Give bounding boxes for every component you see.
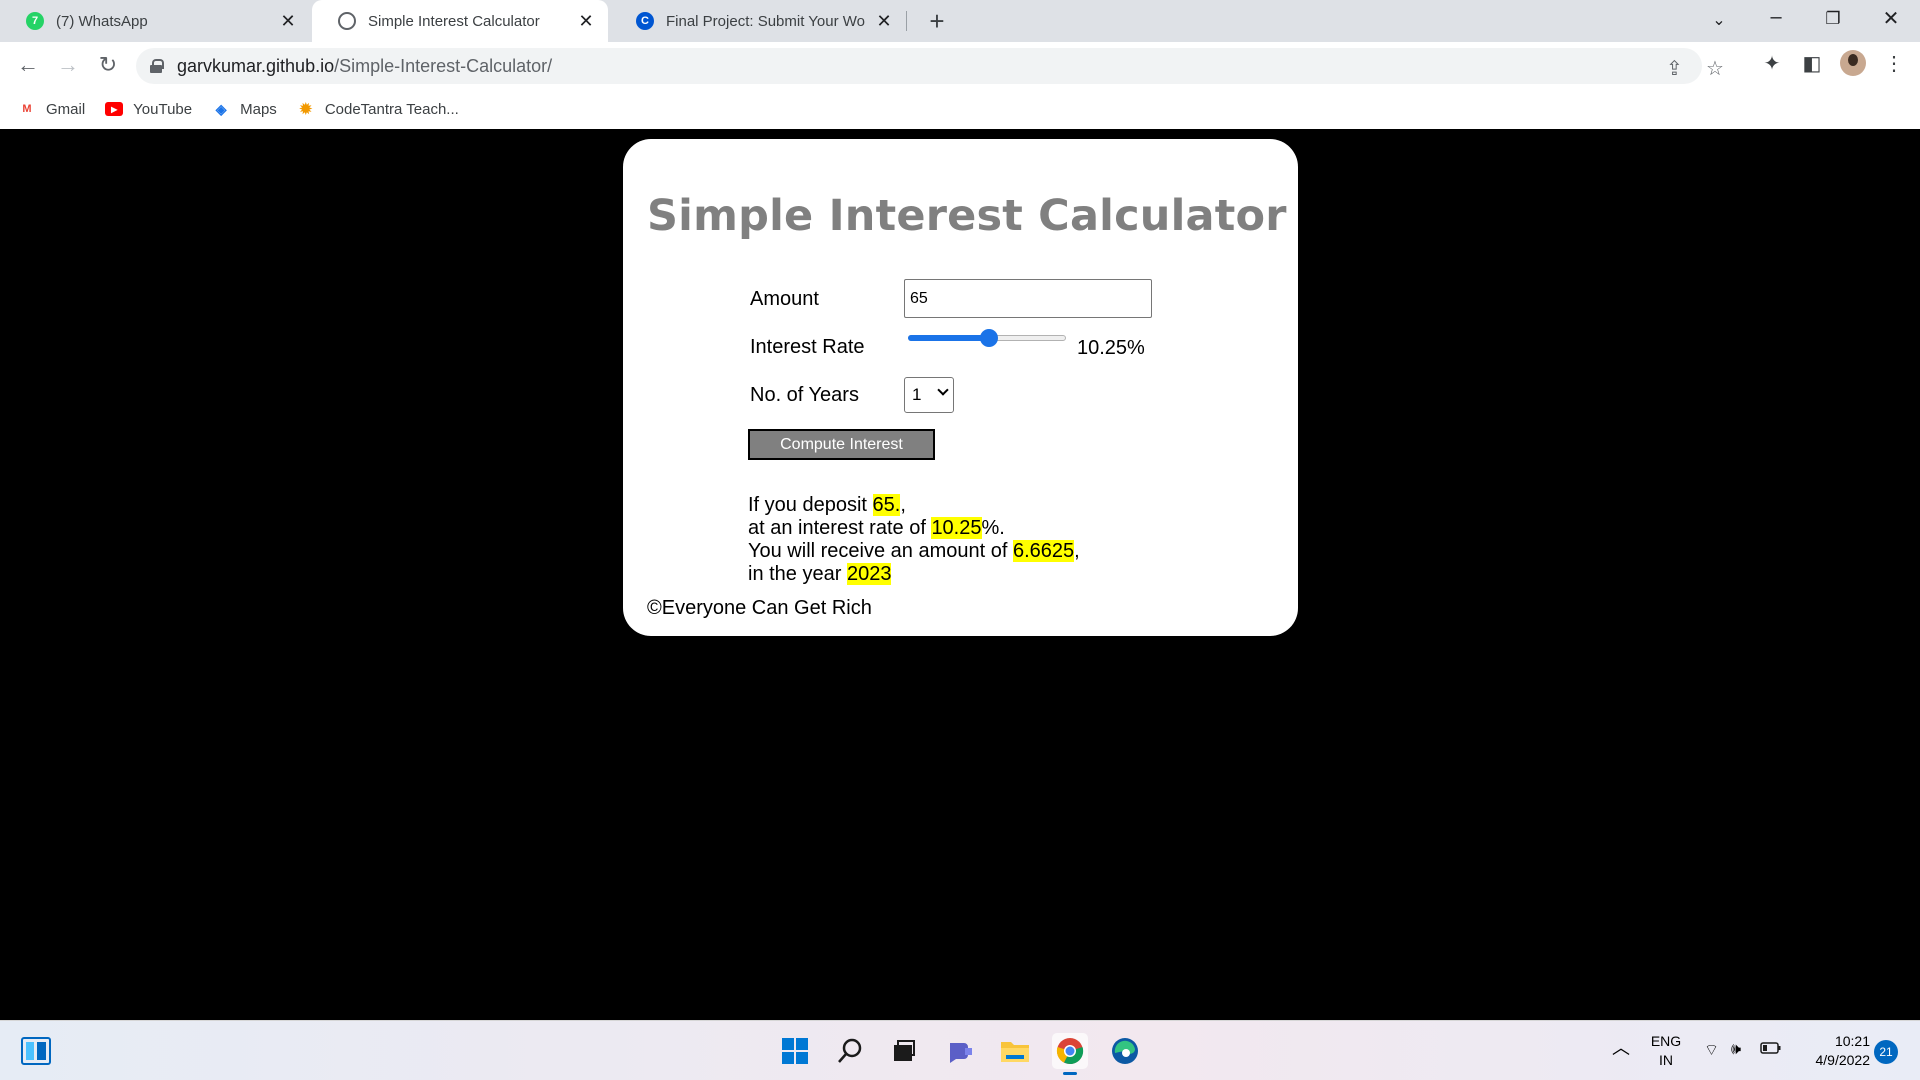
language-region: IN bbox=[1659, 1052, 1673, 1068]
show-hidden-icons-chevron-icon[interactable]: ︿ bbox=[1612, 1039, 1630, 1058]
edge-icon[interactable] bbox=[1107, 1033, 1143, 1069]
slider-fill bbox=[908, 335, 989, 341]
browser-toolbar: ← → ↻ garvkumar.github.io/Simple-Interes… bbox=[0, 42, 1920, 89]
bookmark-gmail[interactable]: M Gmail bbox=[18, 101, 85, 118]
widgets-icon[interactable] bbox=[18, 1033, 54, 1069]
windows-taskbar: ︿ ENG IN ⌔ 🕪 10:21 4/9/2022 21 bbox=[0, 1020, 1920, 1080]
result-line-amount: You will receive an amount of 6.6625, bbox=[748, 540, 1080, 563]
new-tab-plus-icon[interactable]: + bbox=[922, 6, 952, 37]
years-select[interactable]: 1 bbox=[904, 377, 954, 413]
footer-copyright: ©Everyone Can Get Rich bbox=[647, 597, 872, 619]
result-line-rate: at an interest rate of 10.25%. bbox=[748, 517, 1080, 540]
tab-whatsapp[interactable]: 7 (7) WhatsApp ✕ bbox=[0, 0, 310, 42]
bookmark-star-icon[interactable]: ☆ bbox=[1706, 56, 1724, 81]
chrome-icon[interactable] bbox=[1052, 1033, 1088, 1075]
rate-highlight: 10.25 bbox=[931, 517, 982, 539]
compute-interest-button[interactable]: Compute Interest bbox=[748, 429, 935, 460]
close-tab-icon[interactable]: ✕ bbox=[278, 11, 298, 32]
page-viewport: Simple Interest Calculator Amount Intere… bbox=[0, 129, 1920, 1020]
tab-strip: 7 (7) WhatsApp ✕ Simple Interest Calcula… bbox=[0, 0, 1920, 42]
side-panel-icon[interactable]: ◧ bbox=[1798, 51, 1826, 76]
notification-badge[interactable]: 21 bbox=[1874, 1040, 1898, 1064]
address-bar[interactable]: garvkumar.github.io/Simple-Interest-Calc… bbox=[136, 48, 1724, 84]
slider-thumb[interactable] bbox=[980, 329, 998, 347]
result-text-fragment: at an interest rate of bbox=[748, 517, 932, 539]
amount-input[interactable] bbox=[904, 279, 1152, 318]
calculator-card: Simple Interest Calculator Amount Intere… bbox=[623, 139, 1298, 636]
whatsapp-icon: 7 bbox=[26, 12, 44, 30]
restore-icon[interactable]: ❐ bbox=[1818, 9, 1848, 29]
amount-label: Amount bbox=[750, 288, 819, 310]
bookmark-codetantra[interactable]: ✹ CodeTantra Teach... bbox=[297, 100, 459, 119]
tab-title: Simple Interest Calculator bbox=[368, 12, 540, 30]
maps-icon: ◈ bbox=[215, 100, 227, 117]
battery-icon[interactable] bbox=[1760, 1041, 1782, 1060]
interest-rate-label: Interest Rate bbox=[750, 336, 865, 358]
interest-rate-value: 10.25% bbox=[1077, 337, 1145, 359]
bookmark-maps[interactable]: ◈ Maps bbox=[212, 101, 277, 118]
page-title: Simple Interest Calculator bbox=[647, 191, 1287, 241]
result-line-year: in the year 2023 bbox=[748, 563, 1080, 586]
clock[interactable]: 10:21 4/9/2022 bbox=[1800, 1032, 1871, 1070]
start-windows-icon[interactable] bbox=[777, 1033, 813, 1069]
search-icon[interactable] bbox=[832, 1033, 868, 1069]
tab-simple-interest[interactable]: Simple Interest Calculator ✕ bbox=[312, 0, 608, 42]
language-code: ENG bbox=[1650, 1033, 1682, 1049]
menu-kebab-icon[interactable]: ⋮ bbox=[1880, 51, 1908, 76]
minimize-icon[interactable]: – bbox=[1761, 6, 1791, 29]
language-indicator[interactable]: ENG IN bbox=[1648, 1032, 1684, 1070]
years-selected-value: 1 bbox=[912, 385, 922, 404]
wifi-icon[interactable]: ⌔ bbox=[1704, 1041, 1719, 1060]
clock-date: 4/9/2022 bbox=[1815, 1052, 1871, 1068]
result-text-fragment: %. bbox=[981, 517, 1005, 539]
close-tab-icon[interactable]: ✕ bbox=[576, 11, 596, 32]
tab-title: Final Project: Submit Your Work a bbox=[666, 12, 866, 30]
codetantra-icon: ✹ bbox=[299, 101, 313, 118]
bookmarks-bar: M Gmail ▶ YouTube ◈ Maps ✹ CodeTantra Te… bbox=[0, 89, 1920, 129]
bookmark-youtube[interactable]: ▶ YouTube bbox=[105, 101, 192, 118]
bookmark-label: Maps bbox=[240, 100, 277, 118]
result-line-deposit: If you deposit 65., bbox=[748, 494, 1080, 517]
tab-search-chevron-icon[interactable]: ⌄ bbox=[1704, 10, 1734, 30]
chevron-down-icon bbox=[937, 384, 949, 396]
tab-title: (7) WhatsApp bbox=[56, 12, 148, 30]
youtube-icon: ▶ bbox=[105, 102, 124, 116]
deposit-highlight: 65. bbox=[872, 494, 901, 516]
result-text-fragment: in the year bbox=[748, 563, 847, 585]
result-text-fragment: , bbox=[900, 494, 906, 516]
interest-rate-slider[interactable] bbox=[908, 328, 1066, 348]
reload-icon[interactable]: ↻ bbox=[94, 51, 122, 79]
bookmark-label: YouTube bbox=[133, 100, 193, 118]
close-tab-icon[interactable]: ✕ bbox=[874, 11, 894, 32]
gmail-icon: M bbox=[22, 103, 32, 115]
forward-icon[interactable]: → bbox=[54, 51, 82, 79]
result-text-fragment: If you deposit bbox=[748, 494, 873, 516]
globe-icon bbox=[338, 12, 356, 30]
coursera-icon: C bbox=[636, 12, 654, 30]
bookmark-label: Gmail bbox=[46, 100, 86, 118]
result-text: If you deposit 65., at an interest rate … bbox=[748, 494, 1080, 586]
share-icon[interactable]: ⇪ bbox=[1666, 56, 1683, 81]
result-text-fragment: You will receive an amount of bbox=[748, 540, 1013, 562]
back-icon[interactable]: ← bbox=[14, 51, 42, 79]
task-view-icon[interactable] bbox=[886, 1033, 922, 1069]
years-label: No. of Years bbox=[750, 384, 859, 406]
tab-separator bbox=[906, 11, 907, 31]
year-highlight: 2023 bbox=[846, 563, 892, 585]
result-text-fragment: , bbox=[1074, 540, 1080, 562]
url-host: garvkumar.github.io bbox=[177, 55, 335, 76]
teams-chat-icon[interactable] bbox=[942, 1033, 978, 1069]
profile-avatar[interactable] bbox=[1840, 50, 1866, 76]
amount-highlight: 6.6625 bbox=[1012, 540, 1075, 562]
clock-time: 10:21 bbox=[1834, 1033, 1870, 1049]
close-window-icon[interactable]: ✕ bbox=[1876, 6, 1906, 31]
tab-final-project[interactable]: C Final Project: Submit Your Work a ✕ bbox=[610, 0, 906, 42]
volume-icon[interactable]: 🕪 bbox=[1731, 1040, 1741, 1059]
lock-icon[interactable] bbox=[150, 59, 164, 73]
extensions-puzzle-icon[interactable]: ✦ bbox=[1758, 51, 1786, 76]
url-path: /Simple-Interest-Calculator/ bbox=[334, 55, 553, 76]
file-explorer-icon[interactable] bbox=[997, 1033, 1033, 1069]
bookmark-label: CodeTantra Teach... bbox=[324, 100, 459, 118]
